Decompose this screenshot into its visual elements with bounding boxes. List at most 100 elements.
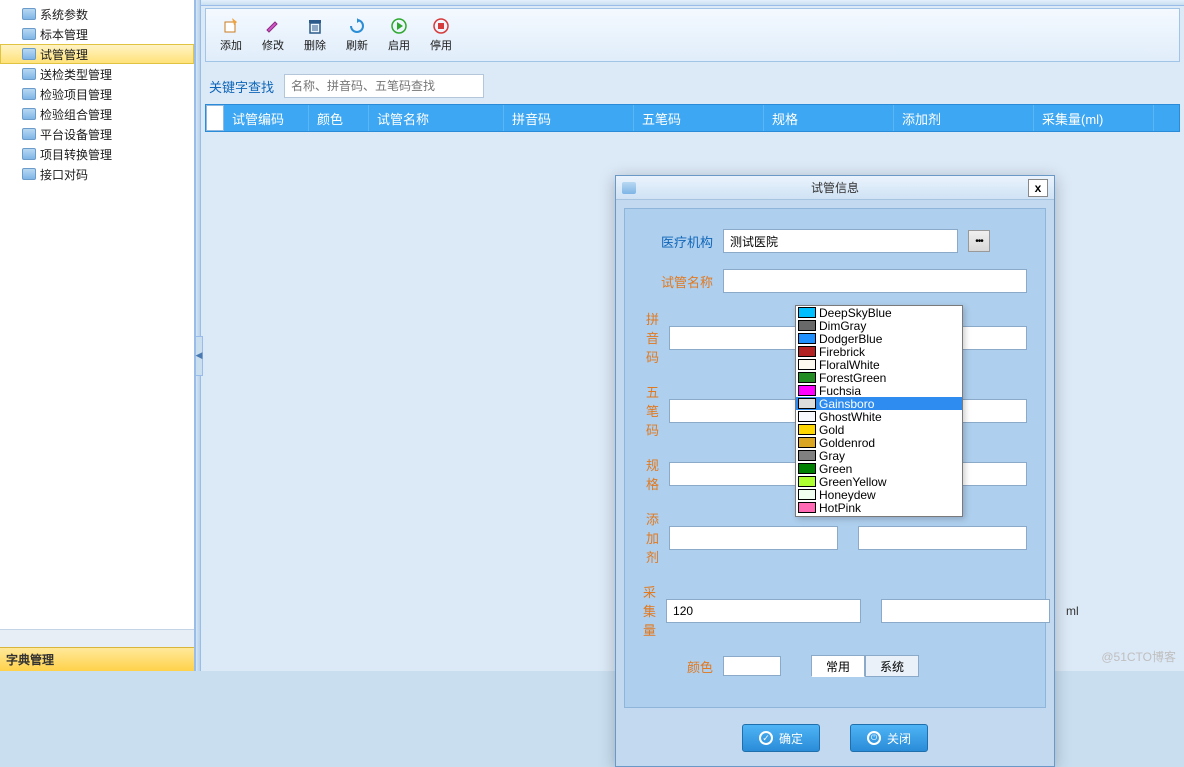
edit-icon <box>264 17 282 35</box>
color-option[interactable]: DodgerBlue <box>796 332 962 345</box>
color-option[interactable]: GhostWhite <box>796 410 962 423</box>
color-option[interactable]: Fuchsia <box>796 384 962 397</box>
edit-label: 修改 <box>262 37 284 53</box>
color-name: FloralWhite <box>819 358 880 372</box>
color-name: DodgerBlue <box>819 332 882 346</box>
color-swatch-icon <box>798 398 816 409</box>
color-option[interactable]: Green <box>796 462 962 475</box>
color-option[interactable]: Gray <box>796 449 962 462</box>
color-swatch-icon <box>798 372 816 383</box>
grid-header: 试管编码颜色试管名称拼音码五笔码规格添加剂采集量(ml) <box>205 104 1180 132</box>
refresh-button[interactable]: 刷新 <box>338 12 376 58</box>
volume-label: 采集量 <box>643 582 656 639</box>
close-icon: ⏻ <box>867 731 881 745</box>
sidebar-item[interactable]: 系统参数 <box>0 4 194 24</box>
color-option[interactable]: HotPink <box>796 501 962 514</box>
tree-label: 检验项目管理 <box>40 86 112 103</box>
color-option[interactable]: Goldenrod <box>796 436 962 449</box>
delete-icon <box>306 17 324 35</box>
color-option[interactable]: ForestGreen <box>796 371 962 384</box>
color-swatch-icon <box>798 307 816 318</box>
sidebar-item[interactable]: 接口对码 <box>0 164 194 184</box>
close-button[interactable]: ⏻ 关闭 <box>850 724 928 752</box>
sidebar-item[interactable]: 项目转换管理 <box>0 144 194 164</box>
tree-label: 项目转换管理 <box>40 146 112 163</box>
color-option[interactable]: Gainsboro <box>796 397 962 410</box>
grid-col-header[interactable]: 颜色 <box>309 105 369 131</box>
color-option[interactable]: GreenYellow <box>796 475 962 488</box>
tree-icon <box>22 128 36 140</box>
splitter-handle[interactable]: ◀ <box>195 336 203 376</box>
dialog-close-button[interactable]: x <box>1028 179 1048 197</box>
dialog-title: 试管信息 <box>642 179 1028 196</box>
watermark: @51CTO博客 <box>1101 648 1176 665</box>
color-option[interactable]: FloralWhite <box>796 358 962 371</box>
grid-col-header[interactable]: 添加剂 <box>894 105 1034 131</box>
sidebar-item[interactable]: 平台设备管理 <box>0 124 194 144</box>
org-browse-button[interactable]: ••• <box>968 230 990 252</box>
color-name: ForestGreen <box>819 371 886 385</box>
color-tabs: 常用 系统 <box>811 655 919 677</box>
org-label: 医疗机构 <box>643 232 713 251</box>
enable-button[interactable]: 启用 <box>380 12 418 58</box>
color-name: GhostWhite <box>819 410 882 424</box>
color-option[interactable]: Gold <box>796 423 962 436</box>
color-swatch-icon <box>798 385 816 396</box>
grid-col-header[interactable]: 试管编码 <box>224 105 309 131</box>
color-swatch-icon <box>798 502 816 513</box>
sidebar-item[interactable]: 检验组合管理 <box>0 104 194 124</box>
volume-aux-input[interactable] <box>881 599 1050 623</box>
add-button[interactable]: 添加 <box>212 12 250 58</box>
tab-system[interactable]: 系统 <box>865 655 919 677</box>
ok-button[interactable]: ✓ 确定 <box>742 724 820 752</box>
color-swatch-icon <box>798 463 816 474</box>
color-option[interactable]: Honeydew <box>796 488 962 501</box>
color-swatch-icon <box>798 476 816 487</box>
color-option[interactable]: DeepSkyBlue <box>796 306 962 319</box>
disable-button[interactable]: 停用 <box>422 12 460 58</box>
delete-button[interactable]: 删除 <box>296 12 334 58</box>
tube-name-input[interactable] <box>723 269 1027 293</box>
grid-col-header[interactable]: 拼音码 <box>504 105 634 131</box>
sidebar-scrollbar[interactable] <box>0 629 194 647</box>
grid-check-col[interactable] <box>206 105 224 131</box>
color-name: Gold <box>819 423 844 437</box>
color-option[interactable]: DimGray <box>796 319 962 332</box>
color-swatch-icon <box>798 450 816 461</box>
search-input[interactable] <box>284 74 484 98</box>
grid-col-header[interactable]: 采集量(ml) <box>1034 105 1154 131</box>
edit-button[interactable]: 修改 <box>254 12 292 58</box>
color-name: Goldenrod <box>819 436 875 450</box>
volume-unit: ml <box>1066 604 1079 618</box>
org-input[interactable] <box>723 229 958 253</box>
color-swatch[interactable] <box>723 656 781 676</box>
color-dropdown[interactable]: DeepSkyBlueDimGrayDodgerBlueFirebrickFlo… <box>795 305 963 517</box>
sidebar-footer[interactable]: 字典管理 <box>0 647 194 671</box>
volume-input[interactable] <box>666 599 861 623</box>
grid-col-header[interactable]: 试管名称 <box>369 105 504 131</box>
close-label: 关闭 <box>887 730 911 747</box>
splitter[interactable]: ◀ <box>195 0 201 671</box>
color-name: HotPink <box>819 501 861 515</box>
grid-col-header[interactable]: 五笔码 <box>634 105 764 131</box>
additive-aux-input[interactable] <box>858 526 1027 550</box>
ok-label: 确定 <box>779 730 803 747</box>
sidebar-item[interactable]: 试管管理 <box>0 44 194 64</box>
sidebar-item[interactable]: 标本管理 <box>0 24 194 44</box>
ok-icon: ✓ <box>759 731 773 745</box>
color-name: Firebrick <box>819 345 865 359</box>
dialog-titlebar[interactable]: 试管信息 x <box>616 176 1054 200</box>
sidebar: 系统参数标本管理试管管理送检类型管理检验项目管理检验组合管理平台设备管理项目转换… <box>0 0 195 671</box>
additive-input[interactable] <box>669 526 838 550</box>
color-name: Gainsboro <box>819 397 874 411</box>
tab-common[interactable]: 常用 <box>811 655 865 677</box>
color-swatch-icon <box>798 346 816 357</box>
sidebar-item[interactable]: 送检类型管理 <box>0 64 194 84</box>
color-name: Fuchsia <box>819 384 861 398</box>
color-label: 颜色 <box>643 657 713 676</box>
grid-col-header[interactable]: 规格 <box>764 105 894 131</box>
sidebar-item[interactable]: 检验项目管理 <box>0 84 194 104</box>
color-option[interactable]: Firebrick <box>796 345 962 358</box>
disable-icon <box>432 17 450 35</box>
add-icon <box>222 17 240 35</box>
